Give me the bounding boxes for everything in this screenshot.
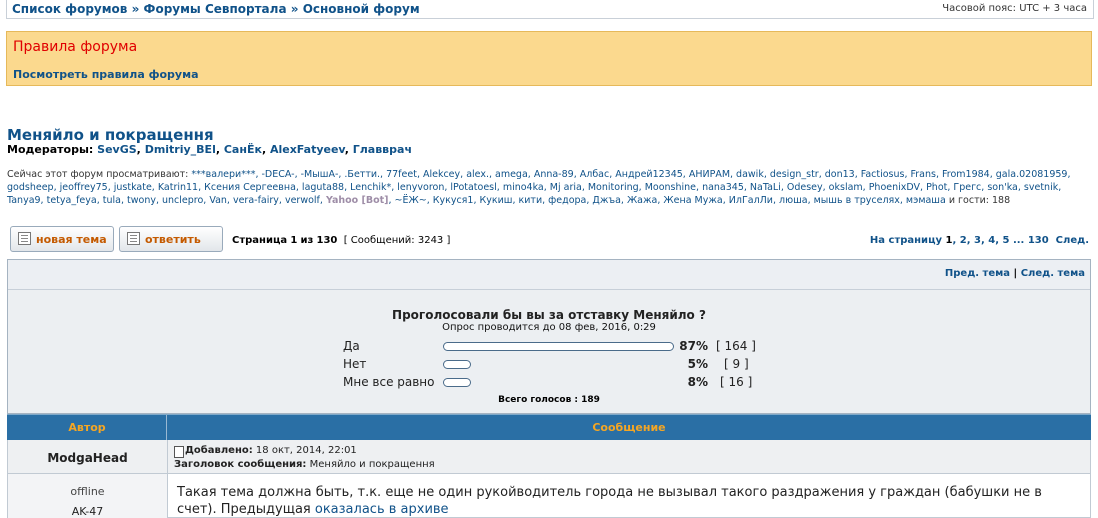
moderator-link[interactable]: Dmitriy_BEl	[145, 143, 216, 156]
forum-rules-box: Правила форума Посмотреть правила форума	[6, 31, 1092, 86]
rules-title: Правила форума	[13, 39, 138, 55]
pager-page[interactable]: 5	[1002, 235, 1009, 246]
online-status: offline	[70, 485, 105, 498]
post-author[interactable]: ModgaHead	[8, 451, 167, 465]
topic-nav-separator: |	[1013, 268, 1018, 279]
user-rank: AK-47	[71, 505, 104, 518]
online-viewers: Сейчас этот форум просматривают: ***вале…	[7, 168, 1087, 207]
moderator-link[interactable]: Главврач	[353, 143, 412, 156]
document-icon	[127, 232, 140, 245]
poll-percent: 87%	[679, 339, 708, 353]
poll-result-bar	[443, 342, 674, 351]
pager-page[interactable]: 3	[974, 235, 981, 246]
reply-label: ответить	[145, 233, 201, 246]
poll-option-label: Нет	[343, 357, 367, 371]
viewers-prefix: Сейчас этот форум просматривают:	[7, 169, 189, 180]
post-body-row: offline AK-47 Такая тема должна быть, т.…	[7, 474, 1091, 518]
pager-next[interactable]: След.	[1056, 235, 1089, 246]
poll-votes: [ 164 ]	[716, 339, 756, 353]
new-topic-button[interactable]: новая тема	[10, 226, 114, 252]
poll-percent: 8%	[687, 375, 708, 389]
forum-title[interactable]: Меняйло и покращення	[7, 126, 214, 144]
poll-question: Проголосовали бы вы за отставку Меняйло …	[392, 308, 706, 322]
column-author: Автор	[68, 421, 106, 434]
post-text: Такая тема должна быть, т.к. еще не один…	[177, 485, 1042, 517]
reply-button[interactable]: ответить	[119, 226, 223, 252]
posts-table-header: Автор Сообщение	[7, 414, 1091, 441]
breadcrumb-main-forum[interactable]: Основной форум	[303, 2, 420, 16]
poll-deadline: Опрос проводится до 08 фев, 2016, 0:29	[442, 322, 656, 333]
message-count: [ Сообщений: 3243 ]	[343, 235, 451, 246]
topic-nav-row: Пред. тема | След. тема	[8, 260, 1090, 290]
breadcrumb-separator: »	[290, 2, 299, 16]
moderator-link[interactable]: AlexFatyeev	[270, 143, 345, 156]
post-subject-line: Заголовок сообщения: Меняйло и покращенн…	[174, 459, 435, 470]
posted-date: 18 окт, 2014, 22:01	[255, 445, 357, 456]
poll-result-bar	[443, 360, 471, 369]
pager-current-page: 1	[945, 235, 953, 246]
page-info: Страница 1 из 130 [ Сообщений: 3243 ]	[232, 235, 450, 246]
subject-label: Заголовок сообщения:	[174, 459, 307, 470]
timezone-label: Часовой пояс: UTC + 3 часа	[942, 3, 1087, 14]
pager-ellipsis: ...	[1012, 235, 1025, 246]
post-body: Такая тема должна быть, т.к. еще не один…	[177, 484, 1077, 518]
breadcrumb-sevportal[interactable]: Форумы Севпортала	[144, 2, 287, 16]
new-topic-label: новая тема	[36, 233, 107, 246]
poll-panel: Пред. тема | След. тема Проголосовали бы…	[7, 259, 1091, 414]
viewers-guests: и гости: 188	[948, 195, 1011, 206]
viewers-list-2[interactable]: , ~ЁЖ~, Кукуся1, Кукиш, кити, федора, Дж…	[389, 195, 946, 206]
posted-label: Добавлено:	[185, 445, 253, 456]
post-icon[interactable]	[174, 446, 184, 458]
page-of: из	[300, 235, 314, 246]
post-date-line: Добавлено: 18 окт, 2014, 22:01	[185, 445, 357, 456]
viewer-bot: Yahoo [Bot]	[325, 195, 389, 206]
page-total: 130	[316, 235, 338, 246]
poll-result-bar	[443, 378, 471, 387]
post-profile-cell: offline AK-47	[8, 474, 168, 518]
archive-link[interactable]: оказалась в архиве	[315, 502, 449, 517]
pager-page[interactable]: 2	[960, 235, 967, 246]
breadcrumb: Список форумов » Форумы Севпортала » Осн…	[12, 2, 420, 16]
pager-last-page[interactable]: 130	[1028, 235, 1049, 246]
poll-votes: [ 16 ]	[720, 375, 753, 389]
post-author-cell: ModgaHead	[8, 440, 168, 473]
poll-votes: [ 9 ]	[724, 357, 749, 371]
poll-option-label: Да	[343, 339, 360, 353]
poll-option-label: Мне все равно	[343, 375, 435, 389]
poll-percent: 5%	[687, 357, 708, 371]
poll-total-votes: Всего голосов : 189	[498, 395, 600, 405]
moderators-line: Модераторы: SevGS, Dmitriy_BEl, СанЁк, A…	[7, 143, 412, 156]
breadcrumb-forum-index[interactable]: Список форумов	[12, 2, 127, 16]
page-current: 1	[290, 235, 298, 246]
pager-page[interactable]: 4	[988, 235, 995, 246]
pagination: На страницу 1, 2, 3, 4, 5 ... 130 След.	[869, 235, 1089, 246]
prev-topic-link[interactable]: Пред. тема	[945, 268, 1010, 279]
topic-nav: Пред. тема | След. тема	[945, 268, 1085, 279]
post-subject: Меняйло и покращення	[309, 459, 435, 470]
moderators-label: Модераторы:	[7, 143, 94, 156]
post-header-row: ModgaHead Добавлено: 18 окт, 2014, 22:01…	[7, 440, 1091, 474]
pager-prefix[interactable]: На страницу	[870, 235, 942, 246]
document-icon	[18, 232, 31, 245]
page-prefix: Страница	[232, 235, 288, 246]
moderator-link[interactable]: SevGS	[97, 143, 137, 156]
breadcrumb-bar: Список форумов » Форумы Севпортала » Осн…	[6, 0, 1094, 19]
view-rules-link[interactable]: Посмотреть правила форума	[13, 68, 199, 81]
breadcrumb-separator: »	[131, 2, 140, 16]
next-topic-link[interactable]: След. тема	[1021, 268, 1085, 279]
column-message: Сообщение	[592, 421, 666, 434]
moderator-link[interactable]: СанЁк	[224, 143, 262, 156]
